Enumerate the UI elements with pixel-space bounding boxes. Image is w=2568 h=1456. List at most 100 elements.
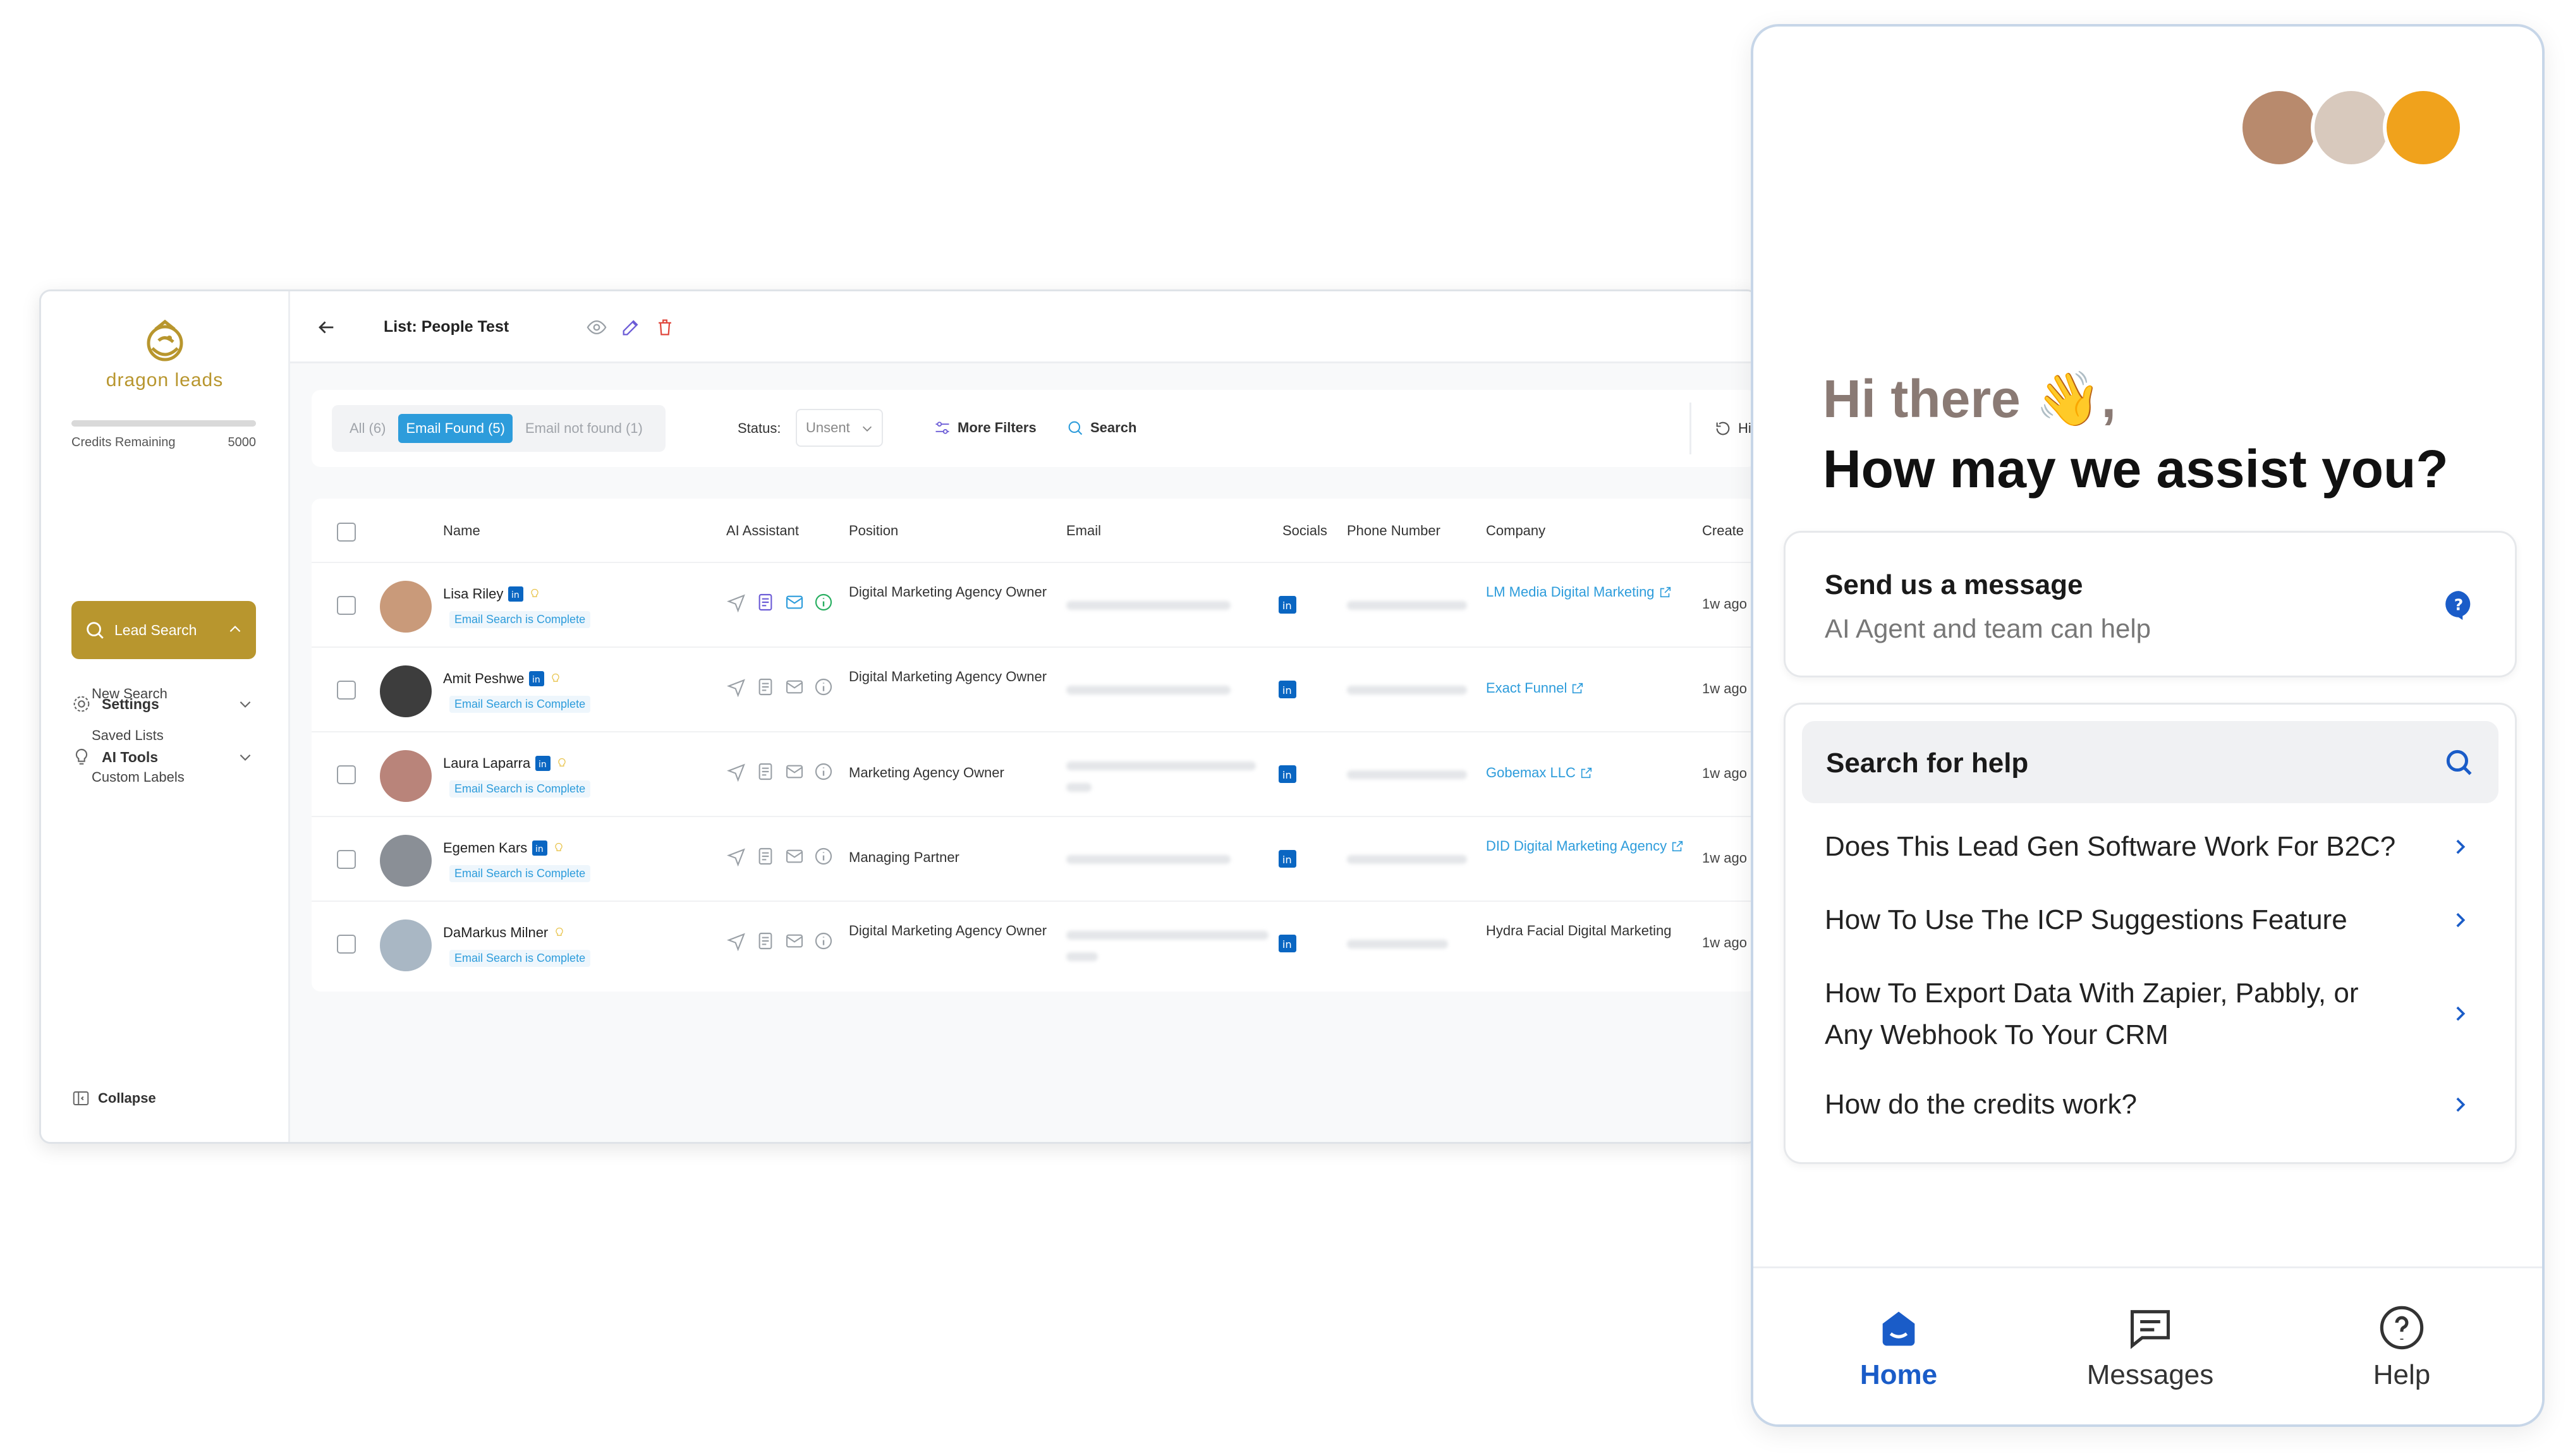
tab-help[interactable]: Help bbox=[2307, 1304, 2497, 1391]
lightbulb-icon[interactable] bbox=[553, 925, 566, 940]
back-arrow-icon[interactable] bbox=[315, 317, 337, 338]
table-row[interactable]: Amit Peshwe in Email Search is Complete … bbox=[312, 646, 1756, 731]
col-ai-assistant: AI Assistant bbox=[726, 523, 799, 538]
credits-bar bbox=[71, 420, 256, 427]
table-row[interactable]: Egemen Kars in Email Search is Complete … bbox=[312, 816, 1756, 901]
table-row[interactable]: DaMarkus Milner Email Search is Complete… bbox=[312, 901, 1756, 985]
tab-messages[interactable]: Messages bbox=[2055, 1304, 2245, 1391]
lead-name[interactable]: Laura Laparra in bbox=[443, 755, 568, 772]
company-link[interactable]: Gobemax LLC bbox=[1486, 765, 1576, 780]
leads-table: Name AI Assistant Position Email Socials… bbox=[312, 499, 1756, 992]
send-icon[interactable] bbox=[726, 846, 746, 866]
select-all-checkbox[interactable] bbox=[337, 523, 356, 542]
lead-name[interactable]: Egemen Kars in bbox=[443, 840, 565, 856]
send-icon[interactable] bbox=[726, 761, 746, 782]
document-icon[interactable] bbox=[755, 846, 776, 866]
mail-icon[interactable] bbox=[784, 677, 805, 697]
collapse-button[interactable]: Collapse bbox=[71, 1089, 156, 1108]
phone-redacted bbox=[1347, 940, 1448, 949]
row-checkbox[interactable] bbox=[337, 681, 356, 700]
info-icon[interactable] bbox=[813, 846, 834, 866]
chevron-right-icon bbox=[2456, 839, 2466, 854]
mail-icon[interactable] bbox=[784, 846, 805, 866]
info-icon[interactable] bbox=[813, 677, 834, 697]
trash-icon[interactable] bbox=[654, 317, 676, 338]
lightbulb-icon[interactable] bbox=[552, 840, 565, 856]
faq-item[interactable]: How do the credits work? bbox=[1825, 1084, 2457, 1125]
faq-item[interactable]: Does This Lead Gen Software Work For B2C… bbox=[1825, 826, 2457, 868]
eye-icon[interactable] bbox=[586, 317, 607, 338]
chevron-up-icon bbox=[229, 626, 241, 633]
status-select[interactable]: Unsent bbox=[796, 409, 883, 447]
faq-item[interactable]: How To Use The ICP Suggestions Feature bbox=[1825, 899, 2457, 941]
document-icon[interactable] bbox=[755, 931, 776, 951]
row-checkbox[interactable] bbox=[337, 935, 356, 954]
status-value: Unsent bbox=[806, 420, 850, 435]
linkedin-icon[interactable]: in bbox=[529, 671, 545, 686]
external-link-icon[interactable] bbox=[1579, 766, 1593, 780]
table-row[interactable]: Lisa Riley in Email Search is Complete D… bbox=[312, 562, 1756, 646]
info-icon[interactable] bbox=[813, 592, 834, 612]
lead-company[interactable]: DID Digital Marketing Agency bbox=[1486, 835, 1701, 858]
nav-custom-labels[interactable]: Custom Labels bbox=[92, 769, 185, 786]
tab-home[interactable]: Home bbox=[1804, 1304, 1993, 1391]
lead-company[interactable]: Exact Funnel bbox=[1486, 677, 1701, 700]
logo[interactable]: dragon leads bbox=[41, 317, 288, 391]
linkedin-icon[interactable]: in bbox=[1279, 681, 1296, 698]
mail-icon[interactable] bbox=[784, 931, 805, 951]
row-checkbox[interactable] bbox=[337, 765, 356, 784]
send-message-card[interactable]: Send us a message AI Agent and team can … bbox=[1784, 531, 2517, 677]
lightbulb-icon[interactable] bbox=[528, 586, 541, 602]
row-checkbox[interactable] bbox=[337, 596, 356, 615]
nav-ai-tools[interactable]: AI Tools bbox=[71, 741, 256, 773]
nav-saved-lists[interactable]: Saved Lists bbox=[92, 727, 164, 744]
info-icon[interactable] bbox=[813, 931, 834, 951]
linkedin-icon[interactable]: in bbox=[1279, 596, 1296, 614]
email-status-tag: Email Search is Complete bbox=[449, 780, 591, 798]
lead-name[interactable]: Amit Peshwe in bbox=[443, 670, 562, 687]
lead-name[interactable]: DaMarkus Milner bbox=[443, 925, 566, 941]
mail-icon[interactable] bbox=[784, 592, 805, 612]
external-link-icon[interactable] bbox=[1658, 585, 1672, 599]
table-row[interactable]: Laura Laparra in Email Search is Complet… bbox=[312, 731, 1756, 816]
faq-item[interactable]: How To Export Data With Zapier, Pabbly, … bbox=[1825, 973, 2394, 1056]
tab-email-found[interactable]: Email Found (5) bbox=[398, 414, 513, 443]
lightbulb-icon[interactable] bbox=[549, 671, 562, 686]
history-button[interactable]: History bbox=[1689, 403, 1756, 454]
ai-assistant-icons bbox=[726, 846, 843, 866]
lightbulb-icon[interactable] bbox=[556, 756, 568, 771]
info-icon[interactable] bbox=[813, 761, 834, 782]
document-icon[interactable] bbox=[755, 592, 776, 612]
linkedin-icon[interactable]: in bbox=[535, 756, 551, 771]
send-icon[interactable] bbox=[726, 592, 746, 612]
send-icon[interactable] bbox=[726, 931, 746, 951]
search-help-input[interactable]: Search for help bbox=[1802, 721, 2498, 803]
linkedin-icon[interactable]: in bbox=[508, 586, 524, 602]
document-icon[interactable] bbox=[755, 677, 776, 697]
document-icon[interactable] bbox=[755, 761, 776, 782]
company-link[interactable]: LM Media Digital Marketing bbox=[1486, 584, 1655, 600]
edit-pencil-icon[interactable] bbox=[620, 317, 642, 338]
lead-name[interactable]: Lisa Riley in bbox=[443, 586, 541, 602]
linkedin-icon[interactable]: in bbox=[1279, 850, 1296, 868]
lead-company[interactable]: Gobemax LLC bbox=[1486, 761, 1701, 784]
more-filters-button[interactable]: More Filters bbox=[934, 419, 1037, 437]
nav-lead-search[interactable]: Lead Search bbox=[71, 601, 256, 659]
linkedin-icon[interactable]: in bbox=[1279, 765, 1296, 783]
search-button[interactable]: Search bbox=[1066, 419, 1136, 437]
company-link[interactable]: Exact Funnel bbox=[1486, 680, 1567, 696]
lead-company[interactable]: LM Media Digital Marketing bbox=[1486, 581, 1701, 604]
external-link-icon[interactable] bbox=[1571, 681, 1585, 695]
linkedin-icon[interactable]: in bbox=[1279, 935, 1296, 952]
phone-redacted bbox=[1347, 686, 1467, 695]
row-checkbox[interactable] bbox=[337, 850, 356, 869]
tab-email-not-found[interactable]: Email not found (1) bbox=[518, 414, 650, 443]
mail-icon[interactable] bbox=[784, 761, 805, 782]
tab-all[interactable]: All (6) bbox=[342, 414, 393, 443]
external-link-icon[interactable] bbox=[1670, 839, 1684, 853]
credits-value: 5000 bbox=[228, 435, 257, 449]
send-icon[interactable] bbox=[726, 677, 746, 697]
company-link[interactable]: DID Digital Marketing Agency bbox=[1486, 838, 1667, 854]
linkedin-icon[interactable]: in bbox=[532, 840, 548, 856]
nav-new-search[interactable]: New Search bbox=[92, 686, 167, 702]
